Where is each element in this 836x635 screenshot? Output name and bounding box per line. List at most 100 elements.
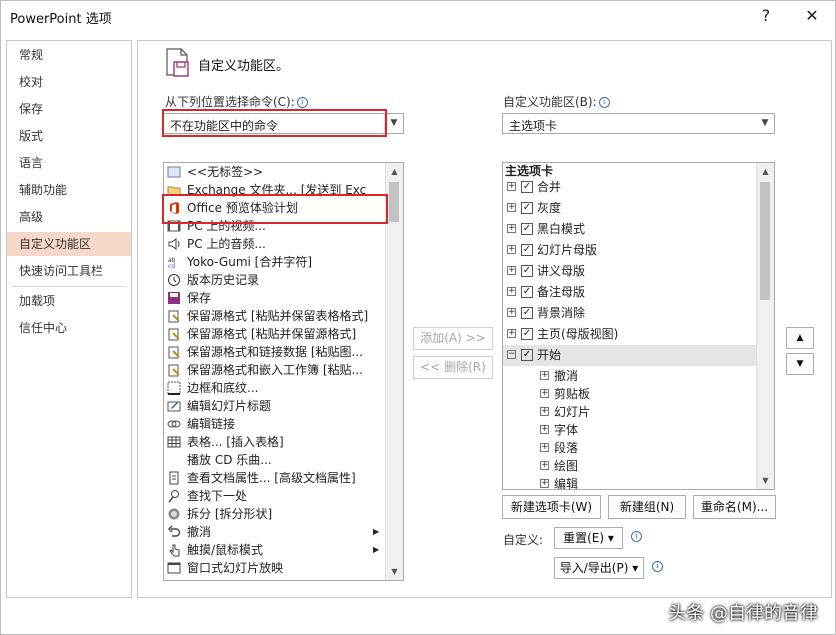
checkbox-checked-icon: ✓ bbox=[521, 202, 533, 214]
tree-tab[interactable]: + ✓ 合并 bbox=[503, 177, 759, 198]
tree-tab[interactable]: + ✓ 主页(母版视图) bbox=[503, 324, 759, 345]
list-item[interactable]: 保留源格式和嵌入工作簿 [粘贴... bbox=[164, 361, 384, 379]
list-item[interactable]: 窗口式幻灯片放映 bbox=[164, 559, 384, 577]
new-group-button[interactable]: 新建组(N) bbox=[608, 495, 686, 519]
add-button[interactable]: 添加(A) >> bbox=[413, 327, 493, 350]
list-item[interactable]: Exchange 文件夹... [发送到 Exc bbox=[164, 181, 384, 199]
folder-icon bbox=[167, 186, 181, 196]
nav-item-customize-ribbon[interactable]: 自定义功能区 bbox=[7, 232, 131, 256]
watermark: 头条 @自律的音律 bbox=[668, 603, 818, 624]
expand-icon: + bbox=[507, 244, 516, 254]
list-item[interactable]: 保留源格式 [粘贴并保留源格式] bbox=[164, 325, 384, 343]
tree-tab[interactable]: + ✓ 备注母版 bbox=[503, 282, 759, 303]
combine-characters-icon: abcd bbox=[168, 257, 176, 269]
properties-icon bbox=[169, 471, 179, 485]
new-tab-button[interactable]: 新建选项卡(W) bbox=[502, 495, 601, 519]
expand-icon: + bbox=[540, 406, 549, 416]
tree-tab[interactable]: + ✓ 讲义母版 bbox=[503, 261, 759, 282]
nav-item-trust-center[interactable]: 信任中心 bbox=[7, 316, 131, 340]
list-item[interactable]: 版本历史记录 bbox=[164, 271, 384, 289]
import-export-button[interactable]: 导入/导出(P) ▾ bbox=[554, 557, 644, 579]
info-icon: i bbox=[652, 561, 663, 572]
customize-label: 自定义: bbox=[503, 533, 544, 547]
info-icon: i bbox=[296, 97, 308, 108]
commands-list[interactable]: <<无标签>> Exchange 文件夹... [发送到 Exc Office … bbox=[163, 162, 404, 581]
info-icon: i bbox=[631, 531, 642, 542]
rename-button[interactable]: 重命名(M)... bbox=[693, 495, 776, 519]
placeholder-icon bbox=[167, 166, 181, 178]
list-item[interactable]: 撤消 ▶ bbox=[164, 523, 384, 541]
chevron-down-icon[interactable]: ▼ bbox=[384, 114, 403, 133]
office-icon bbox=[170, 202, 179, 214]
nav-item-layout[interactable]: 版式 bbox=[7, 124, 131, 148]
title-bar: PowerPoint 选项 ? ✕ bbox=[0, 0, 836, 32]
expand-icon: + bbox=[507, 265, 516, 275]
list-item[interactable]: 查找下一处 bbox=[164, 487, 384, 505]
submenu-arrow-icon: ▶ bbox=[373, 545, 380, 554]
customize-ribbon-label: 自定义功能区(B): i bbox=[503, 93, 610, 110]
ribbon-tree[interactable]: 主选项卡 + ✓ 合并 + ✓ 灰度 + ✓ 黑白模式 + ✓ 幻灯片母版 + ✓ 讲义母版 + ✓ 备… bbox=[502, 162, 775, 490]
choose-commands-combo[interactable]: 不在功能区中的命令 ▼ bbox=[163, 113, 404, 134]
list-item[interactable]: 保留源格式和链接数据 [粘贴图... bbox=[164, 343, 384, 361]
checkbox-checked-icon: ✓ bbox=[521, 307, 533, 319]
edit-title-icon bbox=[167, 401, 181, 412]
list-item[interactable]: 拆分 [拆分形状] bbox=[164, 505, 384, 523]
list-item[interactable]: 编辑链接 bbox=[164, 415, 384, 433]
move-up-icon: ▲ bbox=[796, 333, 804, 343]
checkbox-checked-icon: ✓ bbox=[521, 328, 533, 340]
audio-icon bbox=[168, 238, 180, 250]
svg-text:cd: cd bbox=[168, 263, 175, 269]
list-item[interactable]: PC 上的音频... bbox=[164, 235, 384, 253]
tree-tab[interactable]: + ✓ 黑白模式 bbox=[503, 219, 759, 240]
help-button[interactable]: ? bbox=[754, 4, 778, 28]
link-icon bbox=[167, 420, 181, 428]
chevron-down-icon[interactable]: ▼ bbox=[756, 114, 774, 133]
expand-icon: + bbox=[507, 181, 516, 191]
list-item[interactable]: 查看文档属性... [高级文档属性] bbox=[164, 469, 384, 487]
list-item[interactable]: Office 预览体验计划 bbox=[164, 199, 384, 217]
tree-tab[interactable]: + ✓ 背景消除 bbox=[503, 303, 759, 324]
scroll-down-icon: ▼ bbox=[391, 567, 398, 576]
paste-icon bbox=[168, 328, 180, 341]
nav-item-quick-access[interactable]: 快速访问工具栏 bbox=[7, 259, 131, 283]
list-item[interactable]: 表格... [插入表格] bbox=[164, 433, 384, 451]
nav-item-advanced[interactable]: 高级 bbox=[7, 205, 131, 229]
expand-icon: + bbox=[540, 478, 549, 488]
reset-button[interactable]: 重置(E) ▾ bbox=[554, 527, 623, 549]
remove-button[interactable]: << 删除(R) bbox=[413, 356, 493, 379]
list-item[interactable]: 编辑幻灯片标题 bbox=[164, 397, 384, 415]
list-item[interactable]: <<无标签>> bbox=[164, 163, 384, 181]
nav-item-save[interactable]: 保存 bbox=[7, 97, 131, 121]
nav-item-addins[interactable]: 加载项 bbox=[7, 289, 131, 313]
info-icon: i bbox=[598, 97, 610, 108]
close-button[interactable]: ✕ bbox=[800, 4, 824, 28]
nav-item-proofing[interactable]: 校对 bbox=[7, 70, 131, 94]
commands-scrollbar[interactable]: ▲ ▼ bbox=[385, 163, 403, 580]
expand-icon: + bbox=[540, 442, 549, 452]
paste-link-icon bbox=[168, 346, 180, 359]
move-down-button[interactable]: ▼ bbox=[786, 353, 814, 375]
tree-group[interactable]: + 编辑 bbox=[503, 474, 759, 489]
ribbon-scope-value: 主选项卡 bbox=[509, 119, 558, 133]
tree-tab[interactable]: + ✓ 灰度 bbox=[503, 198, 759, 219]
nav-item-accessibility[interactable]: 辅助功能 bbox=[7, 178, 131, 202]
tree-scrollbar[interactable]: ▲ ▼ bbox=[756, 163, 774, 489]
list-item[interactable]: 播放 CD 乐曲... bbox=[164, 451, 384, 469]
list-item[interactable]: ab cd Yoko-Gumi [合并字符] bbox=[164, 253, 384, 271]
nav-item-language[interactable]: 语言 bbox=[7, 151, 131, 175]
scroll-thumb bbox=[389, 182, 399, 222]
list-item[interactable]: 边框和底纹... bbox=[164, 379, 384, 397]
checkbox-checked-icon: ✓ bbox=[521, 349, 533, 361]
expand-icon: + bbox=[507, 202, 516, 212]
list-item[interactable]: PC 上的视频... bbox=[164, 217, 384, 235]
list-item[interactable]: 保存 bbox=[164, 289, 384, 307]
nav-item-general[interactable]: 常规 bbox=[7, 43, 131, 67]
list-item[interactable]: 触摸/鼠标模式 ▶ bbox=[164, 541, 384, 559]
list-item[interactable]: 保留源格式 [粘贴并保留表格格式] bbox=[164, 307, 384, 325]
scroll-up-icon: ▲ bbox=[762, 167, 769, 176]
paste-embed-icon bbox=[168, 364, 180, 377]
tree-tab-selected[interactable]: − ✓ 开始 bbox=[503, 345, 759, 366]
move-up-button[interactable]: ▲ bbox=[786, 327, 814, 349]
tree-tab[interactable]: + ✓ 幻灯片母版 bbox=[503, 240, 759, 261]
ribbon-scope-combo[interactable]: 主选项卡 ▼ bbox=[502, 113, 775, 134]
